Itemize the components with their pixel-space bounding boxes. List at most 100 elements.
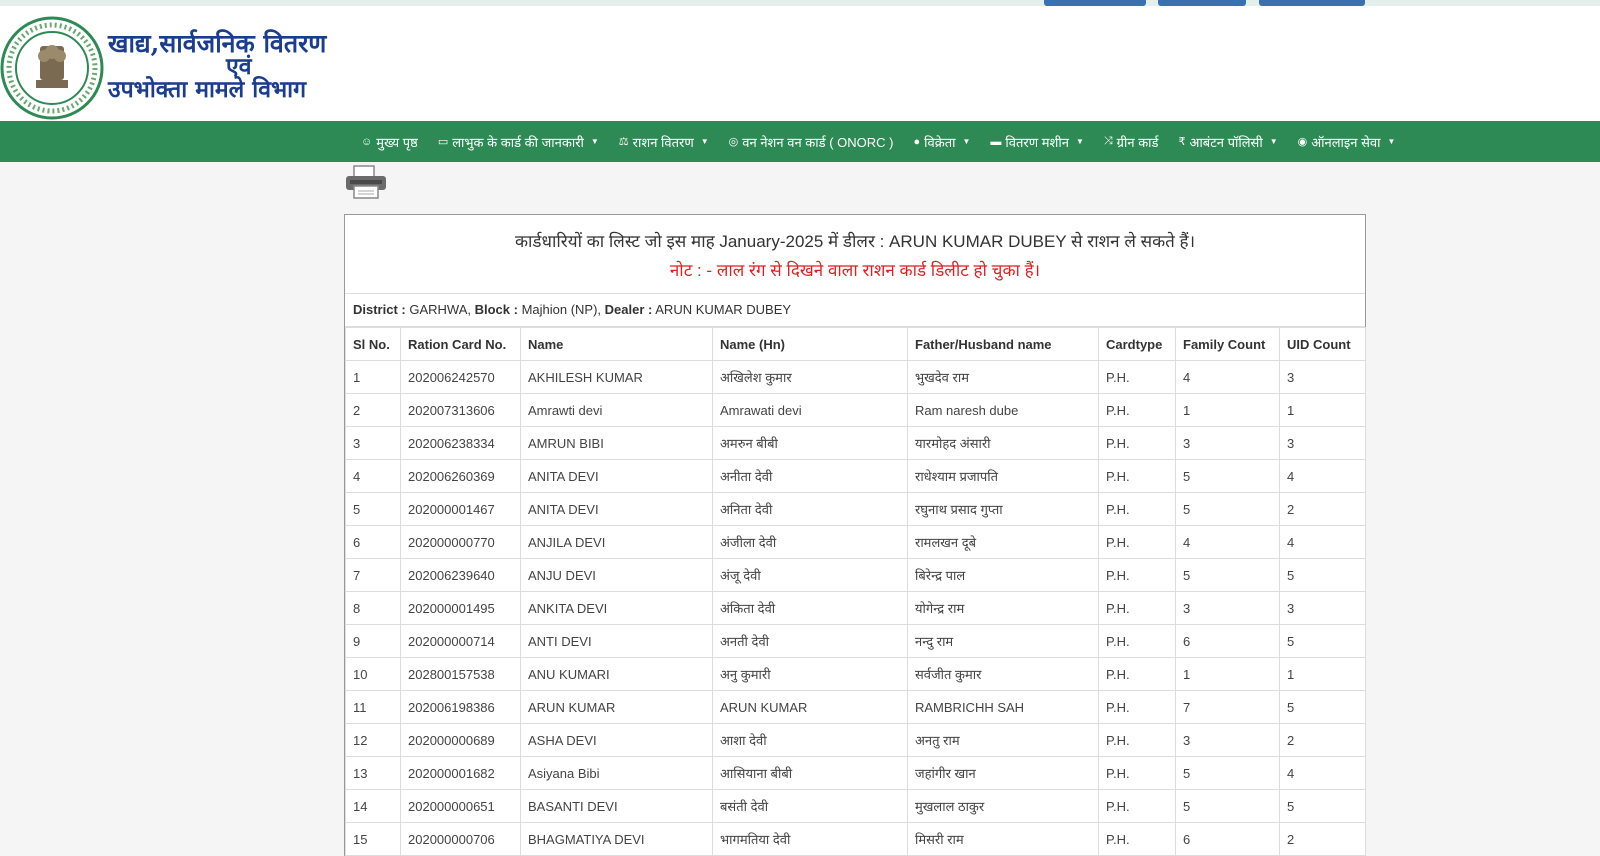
table-cell: ANITA DEVI <box>520 459 713 493</box>
table-cell: जहांगीर खान <box>907 756 1099 790</box>
table-cell: ANTI DEVI <box>520 624 713 658</box>
table-cell: रामलखन दूबे <box>907 525 1099 559</box>
table-cell: 4 <box>1175 360 1280 394</box>
table-cell: 5 <box>1175 558 1280 592</box>
table-cell: ARUN KUMAR <box>520 690 713 724</box>
dept-line-1: खाद्य,सार्वजनिक वितरण <box>108 29 327 58</box>
table-cell: 1 <box>1279 393 1366 427</box>
table-cell: नन्दु राम <box>907 624 1099 658</box>
table-cell: BASANTI DEVI <box>520 789 713 823</box>
table-cell: 202007313606 <box>400 393 521 427</box>
table-cell: 4 <box>345 459 401 493</box>
table-cell: Ram naresh dube <box>907 393 1099 427</box>
table-cell: 2 <box>1279 723 1366 757</box>
table-cell: 202000000714 <box>400 624 521 658</box>
column-header[interactable]: Father/Husband name <box>907 327 1099 361</box>
table-cell: P.H. <box>1098 492 1176 526</box>
table-cell: अनतु राम <box>907 723 1099 757</box>
table-cell: आसियाना बीबी <box>712 756 908 790</box>
table-cell: योगेन्द्र राम <box>907 591 1099 625</box>
jharkhand-emblem-logo[interactable] <box>0 16 104 120</box>
table-cell: 9 <box>345 624 401 658</box>
table-cell: 1 <box>345 360 401 394</box>
table-cell: सर्वजीत कुमार <box>907 657 1099 691</box>
table-cell: ARUN KUMAR <box>712 690 908 724</box>
table-cell: ANITA DEVI <box>520 492 713 526</box>
table-cell: मुखलाल ठाकुर <box>907 789 1099 823</box>
column-header[interactable]: Name (Hn) <box>712 327 908 361</box>
column-header[interactable]: Ration Card No. <box>400 327 521 361</box>
nav-item-label: मुख्य पृष्ठ <box>376 134 418 150</box>
table-cell: बसंती देवी <box>712 789 908 823</box>
globe-icon: ◉ <box>1297 136 1308 148</box>
table-cell: 202006238334 <box>400 426 521 460</box>
table-cell: अनीता देवी <box>712 459 908 493</box>
table-row: 13 202000001682 Asiyana Bibi आसियाना बीबी जह… <box>345 756 1366 790</box>
table-cell: P.H. <box>1098 459 1176 493</box>
column-header[interactable]: Sl No. <box>345 327 401 361</box>
table-row: 11 202006198386 ARUN KUMAR ARUN KUMAR RAMBRI… <box>345 690 1366 724</box>
nav-item-1[interactable]: ▭ लाभुक के कार्ड की जानकारी ▼ <box>428 133 609 151</box>
printer-icon[interactable] <box>344 164 388 200</box>
caret-down-icon: ▼ <box>1075 137 1084 146</box>
table-cell: 3 <box>345 426 401 460</box>
table-cell: 5 <box>1279 558 1366 592</box>
table-cell: ANKITA DEVI <box>520 591 713 625</box>
nav-item-6[interactable]: ⤨ ग्रीन कार्ड <box>1094 133 1169 151</box>
table-cell: 202000000706 <box>400 822 521 856</box>
table-cell: 202800157538 <box>400 657 521 691</box>
table-cell: 3 <box>1279 591 1366 625</box>
table-cell: 13 <box>345 756 401 790</box>
table-cell: 15 <box>345 822 401 856</box>
table-cell: P.H. <box>1098 822 1176 856</box>
table-cell: अनु कुमारी <box>712 657 908 691</box>
nav-item-3[interactable]: ◎ वन नेशन वन कार्ड ( ONORC ) <box>719 133 904 151</box>
table-row: 9 202000000714 ANTI DEVI अनती देवी नन्दु राम… <box>345 624 1366 658</box>
table-cell: P.H. <box>1098 426 1176 460</box>
table-cell: 202000001682 <box>400 756 521 790</box>
table-cell: 2 <box>1279 822 1366 856</box>
table-cell: ASHA DEVI <box>520 723 713 757</box>
nav-item-label: ग्रीन कार्ड <box>1116 134 1159 150</box>
table-cell: भागमतिया देवी <box>712 822 908 856</box>
nav-item-label: लाभुक के कार्ड की जानकारी <box>452 134 584 150</box>
location-info: District : GARHWA, Block : Majhion (NP),… <box>345 294 1365 327</box>
table-cell: AKHILESH KUMAR <box>520 360 713 394</box>
card-icon: ▭ <box>437 136 449 148</box>
table-row: 3 202006238334 AMRUN BIBI अमरुन बीबी यारमोहद… <box>345 426 1366 460</box>
shuffle-icon: ⤨ <box>1103 135 1113 147</box>
table-cell: P.H. <box>1098 690 1176 724</box>
ration-card-panel: कार्डधारियों का लिस्ट जो इस माह January-… <box>344 214 1366 856</box>
table-cell: 3 <box>1175 723 1280 757</box>
table-cell: 202000000770 <box>400 525 521 559</box>
dealer-value: ARUN KUMAR DUBEY <box>652 302 792 317</box>
table-row: 1 202006242570 AKHILESH KUMAR अखिलेश कुमार भ… <box>345 360 1366 394</box>
nav-item-2[interactable]: ⚖ राशन वितरण ▼ <box>609 133 719 151</box>
table-cell: राधेश्याम प्रजापति <box>907 459 1099 493</box>
table-cell: 2 <box>345 393 401 427</box>
nav-item-7[interactable]: ₹ आबंटन पॉलिसी ▼ <box>1169 133 1288 151</box>
table-cell: आशा देवी <box>712 723 908 757</box>
nav-item-8[interactable]: ◉ ऑनलाइन सेवा ▼ <box>1288 133 1406 151</box>
district-label: District : <box>353 302 406 317</box>
table-cell: RAMBRICHH SAH <box>907 690 1099 724</box>
table-cell: 1 <box>1279 657 1366 691</box>
nav-item-0[interactable]: ☺ मुख्य पृष्ठ <box>351 133 428 151</box>
table-cell: 4 <box>1279 756 1366 790</box>
table-cell: ANU KUMARI <box>520 657 713 691</box>
column-header[interactable]: Family Count <box>1175 327 1280 361</box>
table-cell: 3 <box>1279 426 1366 460</box>
table-cell: 5 <box>1279 690 1366 724</box>
table-cell: अमरुन बीबी <box>712 426 908 460</box>
column-header[interactable]: Cardtype <box>1098 327 1176 361</box>
table-cell: 202000000689 <box>400 723 521 757</box>
table-cell: P.H. <box>1098 525 1176 559</box>
column-header[interactable]: Name <box>520 327 713 361</box>
table-cell: AMRUN BIBI <box>520 426 713 460</box>
nav-item-label: वितरण मशीन <box>1005 134 1069 150</box>
column-header[interactable]: UID Count <box>1279 327 1366 361</box>
table-cell: 3 <box>1279 360 1366 394</box>
site-header: खाद्य,सार्वजनिक वितरण एवं उपभोक्ता मामले… <box>0 6 1600 121</box>
nav-item-5[interactable]: ▬ वितरण मशीन ▼ <box>980 133 1093 151</box>
nav-item-4[interactable]: ● विक्रेता ▼ <box>903 133 980 151</box>
